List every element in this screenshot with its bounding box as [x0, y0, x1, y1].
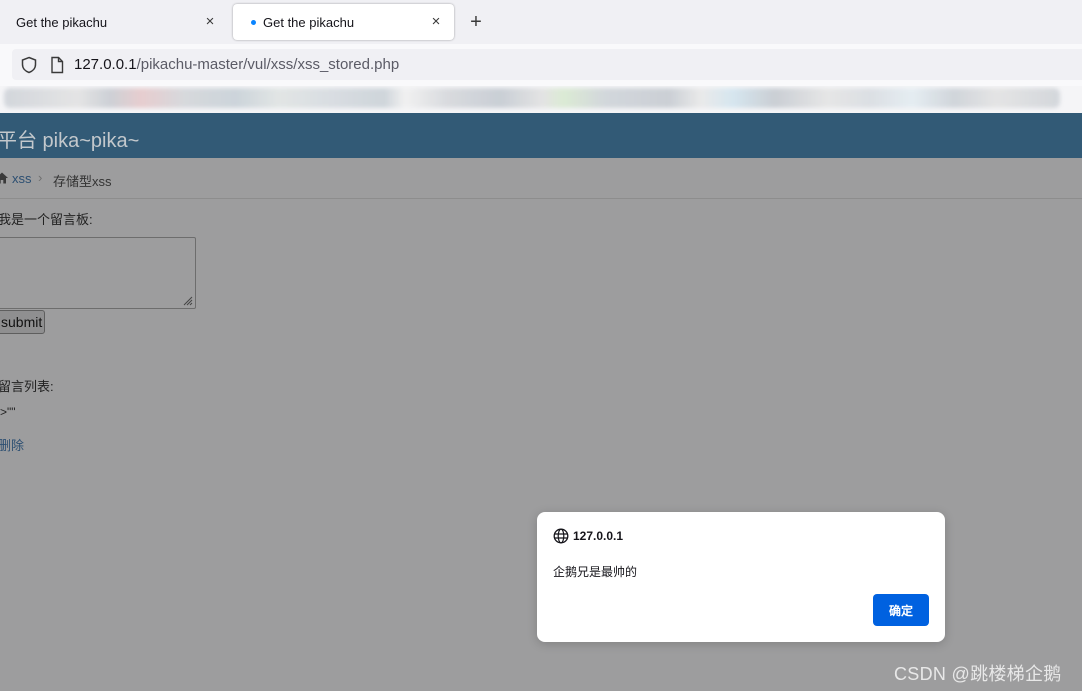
breadcrumb-link-xss[interactable]: xss	[12, 171, 32, 186]
message-textarea[interactable]	[0, 237, 196, 309]
breadcrumb-separator: ›	[38, 170, 43, 185]
url-path: /pikachu-master/vul/xss/xss_stored.php	[136, 56, 400, 73]
new-tab-button[interactable]: +	[466, 12, 486, 32]
globe-icon	[553, 528, 569, 544]
url-field[interactable]: 127.0.0.1/pikachu-master/vul/xss/xss_sto…	[12, 49, 1082, 80]
dialog-message: 企鹅兄是最帅的	[553, 565, 638, 579]
nav-bar: 127.0.0.1/pikachu-master/vul/xss/xss_sto…	[0, 44, 1082, 86]
ok-button[interactable]: 确定	[873, 594, 929, 626]
close-tab-icon[interactable]: ×	[428, 14, 444, 30]
site-brand[interactable]: 平台 pika~pika~	[0, 124, 139, 153]
dialog-origin: 127.0.0.1	[573, 529, 624, 543]
alert-dialog: 127.0.0.1 企鹅兄是最帅的 确定	[537, 512, 945, 642]
tab-title: Get the pikachu	[263, 14, 355, 30]
attention-dot-icon	[251, 19, 256, 25]
tab-active[interactable]: Get the pikachu ×	[233, 4, 454, 40]
delete-link[interactable]: 删除	[0, 435, 24, 454]
tab-strip: Get the pikachu × Get the pikachu × +	[0, 0, 1082, 44]
page-icon	[51, 56, 64, 74]
shield-icon[interactable]	[20, 56, 38, 74]
resize-handle-icon[interactable]	[181, 294, 193, 306]
site-header: 平台 pika~pika~	[0, 113, 1082, 158]
blurred-bookmarks	[4, 88, 1060, 108]
tab-title: Get the pikachu	[16, 14, 108, 30]
home-icon[interactable]	[0, 172, 8, 184]
message-list-label: 留言列表:	[0, 379, 54, 394]
browser-window: Get the pikachu × Get the pikachu × + 12…	[0, 0, 1082, 691]
url-text[interactable]: 127.0.0.1/pikachu-master/vul/xss/xss_sto…	[74, 56, 399, 73]
board-label: 我是一个留言板:	[0, 212, 93, 227]
bookmarks-toolbar-blurred	[0, 86, 1082, 113]
close-tab-icon[interactable]: ×	[202, 14, 218, 30]
tab-inactive[interactable]: Get the pikachu ×	[0, 4, 228, 40]
url-host: 127.0.0.1	[74, 56, 137, 73]
message-list-item: >""	[0, 405, 16, 419]
watermark: CSDN @跳楼梯企鹅	[894, 664, 1062, 684]
submit-button[interactable]: submit	[0, 310, 45, 334]
breadcrumb: xss › 存储型xss	[0, 158, 1082, 199]
breadcrumb-current: 存储型xss	[53, 174, 112, 189]
